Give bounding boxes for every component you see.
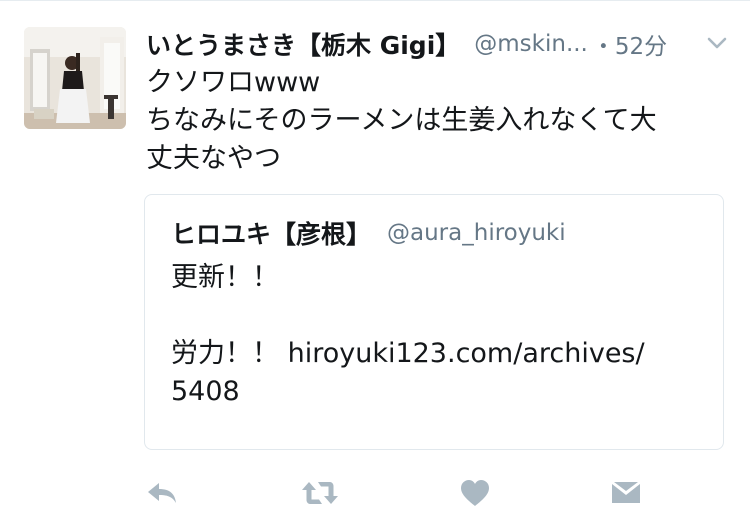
quoted-user-handle: @aura_hiroyuki [387,220,566,246]
direct-message-button[interactable] [608,476,644,510]
reply-icon [148,483,176,503]
tweet-text: クソワロwww ちなみにそのラーメンは生姜入れなくて大 丈夫なやつ [146,64,726,178]
quoted-text-line: 労力！！ hiroyuki123.com/archives/ [171,338,645,369]
quoted-text-line [171,297,711,335]
retweet-button[interactable] [300,476,340,510]
quoted-tweet-card[interactable]: ヒロユキ【彦根】 @aura_hiroyuki 更新！！ 労力！！ hiroyu… [144,194,724,450]
quoted-display-name: ヒロユキ【彦根】 [171,220,372,249]
user-handle[interactable]: @mskin... [474,31,588,57]
reply-button[interactable] [144,476,180,510]
timestamp[interactable]: ・52分 [592,27,667,61]
tweet-text-line: クソワロwww [146,67,321,98]
quoted-tweet-header: ヒロユキ【彦根】 @aura_hiroyuki [171,215,566,251]
heart-icon [461,480,489,506]
tweet-text-line: 丈夫なやつ [146,143,281,174]
quoted-tweet-text: 更新！！ 労力！！ hiroyuki123.com/archives/ 5408 [171,259,711,411]
envelope-icon [612,482,640,503]
tweet-header: いとうまさき【栃木 Gigi】 @mskin... ・52分 [146,24,736,64]
avatar[interactable] [24,27,126,129]
top-divider [0,0,750,1]
like-button[interactable] [457,476,493,510]
display-name[interactable]: いとうまさき【栃木 Gigi】 [146,26,460,62]
tweet-text-line: ちなみにそのラーメンは生姜入れなくて大 [146,105,657,136]
chevron-down-icon[interactable] [706,32,728,54]
avatar-image [24,27,126,129]
quoted-text-line: 5408 [171,376,240,407]
retweet-icon [302,482,338,504]
quoted-text-line: 更新！！ [171,262,279,293]
tweet-actions [0,472,750,516]
